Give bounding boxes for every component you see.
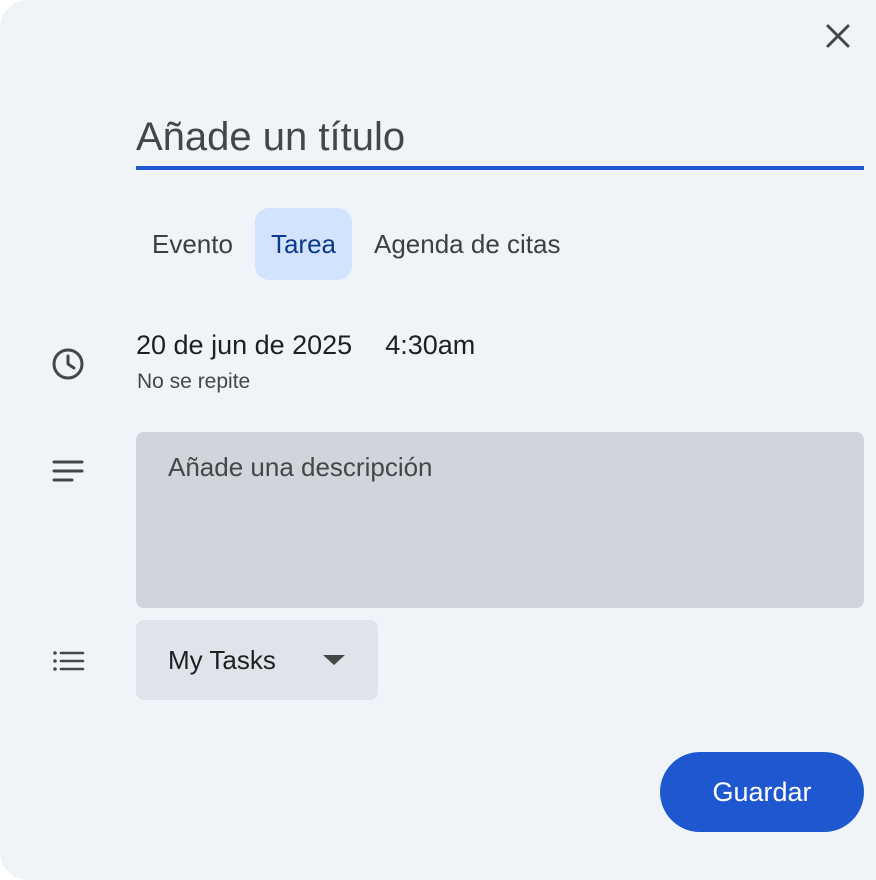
caret-down-icon <box>323 655 345 665</box>
task-dialog: Evento Tarea Agenda de citas 20 de jun d… <box>0 0 876 880</box>
tab-agenda-de-citas[interactable]: Agenda de citas <box>358 208 576 280</box>
tab-tarea[interactable]: Tarea <box>254 208 352 280</box>
list-icon <box>50 646 86 676</box>
close-button[interactable] <box>816 14 860 58</box>
repeat-selector[interactable]: No se repite <box>137 370 250 394</box>
corner-mark <box>0 0 6 3</box>
task-list-dropdown[interactable]: My Tasks <box>136 620 378 700</box>
date-field[interactable]: 20 de jun de 2025 <box>136 330 352 361</box>
datetime-row: 20 de jun de 2025 4:30am <box>136 330 475 361</box>
save-button[interactable]: Guardar <box>660 752 864 832</box>
close-icon <box>826 24 850 48</box>
tab-evento[interactable]: Evento <box>136 208 249 280</box>
time-field[interactable]: 4:30am <box>385 330 475 361</box>
title-input[interactable] <box>136 108 864 170</box>
notes-icon <box>50 456 86 486</box>
task-list-label: My Tasks <box>168 644 276 675</box>
type-tabs: Evento Tarea Agenda de citas <box>136 208 582 280</box>
description-field[interactable]: Añade una descripción <box>136 432 864 608</box>
clock-icon <box>50 346 86 382</box>
description-placeholder: Añade una descripción <box>168 452 433 482</box>
